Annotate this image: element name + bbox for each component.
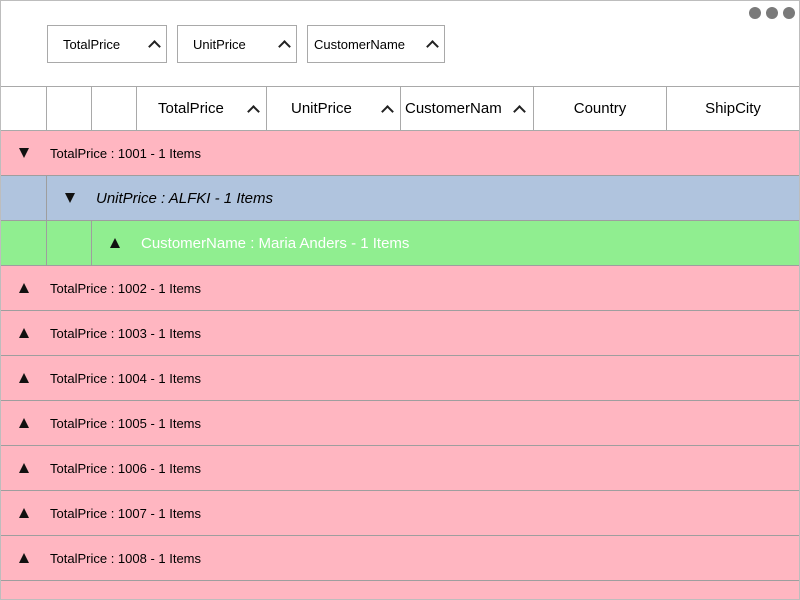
group-caption-row[interactable]: CustomerName : Maria Anders - 1 Items (1, 221, 799, 266)
group-chip-label: UnitPrice (193, 36, 246, 52)
group-caption-text: UnitPrice : ALFKI - 1 Items (96, 189, 273, 207)
group-caption-row[interactable]: TotalPrice : 1006 - 1 Items (1, 446, 799, 491)
indent-header (1, 87, 47, 130)
group-caption-row-partial[interactable] (1, 581, 799, 599)
triangle-down-icon[interactable] (47, 176, 92, 220)
group-caption-row[interactable]: TotalPrice : 1005 - 1 Items (1, 401, 799, 446)
group-caption-row[interactable]: TotalPrice : 1007 - 1 Items (1, 491, 799, 536)
column-header-label: ShipCity (705, 100, 761, 117)
caret-up-icon[interactable] (272, 38, 296, 53)
column-header-unitprice[interactable]: UnitPrice (267, 87, 401, 130)
column-header-label: CustomerNam (405, 100, 502, 117)
column-header-label: Country (573, 100, 627, 117)
group-caption-text: TotalPrice : 1003 - 1 Items (50, 325, 202, 341)
group-caption-text: CustomerName : Maria Anders - 1 Items (141, 234, 410, 252)
triangle-up-icon[interactable] (1, 491, 46, 535)
column-header-label: TotalPrice (158, 100, 224, 117)
indent-header (92, 87, 137, 130)
group-caption-text: TotalPrice : 1008 - 1 Items (50, 550, 202, 566)
grid-body: TotalPrice : 1001 - 1 Items UnitPrice : … (1, 131, 799, 599)
group-caption-text: TotalPrice : 1005 - 1 Items (50, 415, 202, 431)
group-caption-text: TotalPrice : 1002 - 1 Items (50, 280, 202, 296)
group-chip-unitprice[interactable]: UnitPrice (177, 25, 297, 63)
column-header-totalprice[interactable]: TotalPrice (137, 87, 267, 130)
group-caption-row[interactable]: TotalPrice : 1003 - 1 Items (1, 311, 799, 356)
data-grid-window: TotalPrice UnitPrice CustomerName TotalP… (0, 0, 800, 600)
caret-up-icon (513, 103, 526, 120)
caret-up-icon (381, 103, 394, 120)
group-chip-totalprice[interactable]: TotalPrice (47, 25, 167, 63)
triangle-up-icon[interactable] (1, 356, 46, 400)
column-header-country[interactable]: Country (534, 87, 667, 130)
row-indent (1, 221, 47, 265)
caret-up-icon[interactable] (420, 38, 444, 53)
triangle-up-icon[interactable] (1, 536, 46, 580)
column-header-label: UnitPrice (291, 100, 352, 117)
triangle-up-icon[interactable] (1, 446, 46, 490)
group-caption-row[interactable]: TotalPrice : 1002 - 1 Items (1, 266, 799, 311)
group-chip-label: CustomerName (314, 36, 406, 52)
row-indent (1, 176, 47, 220)
group-caption-text: TotalPrice : 1006 - 1 Items (50, 460, 202, 476)
group-caption-row[interactable]: TotalPrice : 1001 - 1 Items (1, 131, 799, 176)
group-drop-area: TotalPrice UnitPrice CustomerName (1, 1, 799, 86)
triangle-up-icon[interactable] (92, 221, 137, 265)
triangle-up-icon[interactable] (1, 311, 46, 355)
caret-up-icon (247, 103, 260, 120)
column-header-shipcity[interactable]: ShipCity (667, 87, 799, 130)
group-chip-label: TotalPrice (63, 36, 121, 52)
triangle-up-icon[interactable] (1, 266, 46, 310)
group-chip-customername[interactable]: CustomerName (307, 25, 445, 63)
group-caption-row[interactable]: UnitPrice : ALFKI - 1 Items (1, 176, 799, 221)
group-caption-text: TotalPrice : 1007 - 1 Items (50, 505, 202, 521)
group-caption-row[interactable]: TotalPrice : 1004 - 1 Items (1, 356, 799, 401)
indent-header (47, 87, 92, 130)
group-caption-text: TotalPrice : 1001 - 1 Items (50, 145, 202, 161)
group-caption-text: TotalPrice : 1004 - 1 Items (50, 370, 202, 386)
column-header-row: TotalPrice UnitPrice CustomerNam Country… (1, 86, 799, 131)
triangle-down-icon[interactable] (1, 131, 46, 175)
group-caption-row[interactable]: TotalPrice : 1008 - 1 Items (1, 536, 799, 581)
row-indent (47, 221, 92, 265)
triangle-up-icon[interactable] (1, 401, 46, 445)
caret-up-icon[interactable] (142, 38, 166, 53)
column-header-customername[interactable]: CustomerNam (401, 87, 534, 130)
